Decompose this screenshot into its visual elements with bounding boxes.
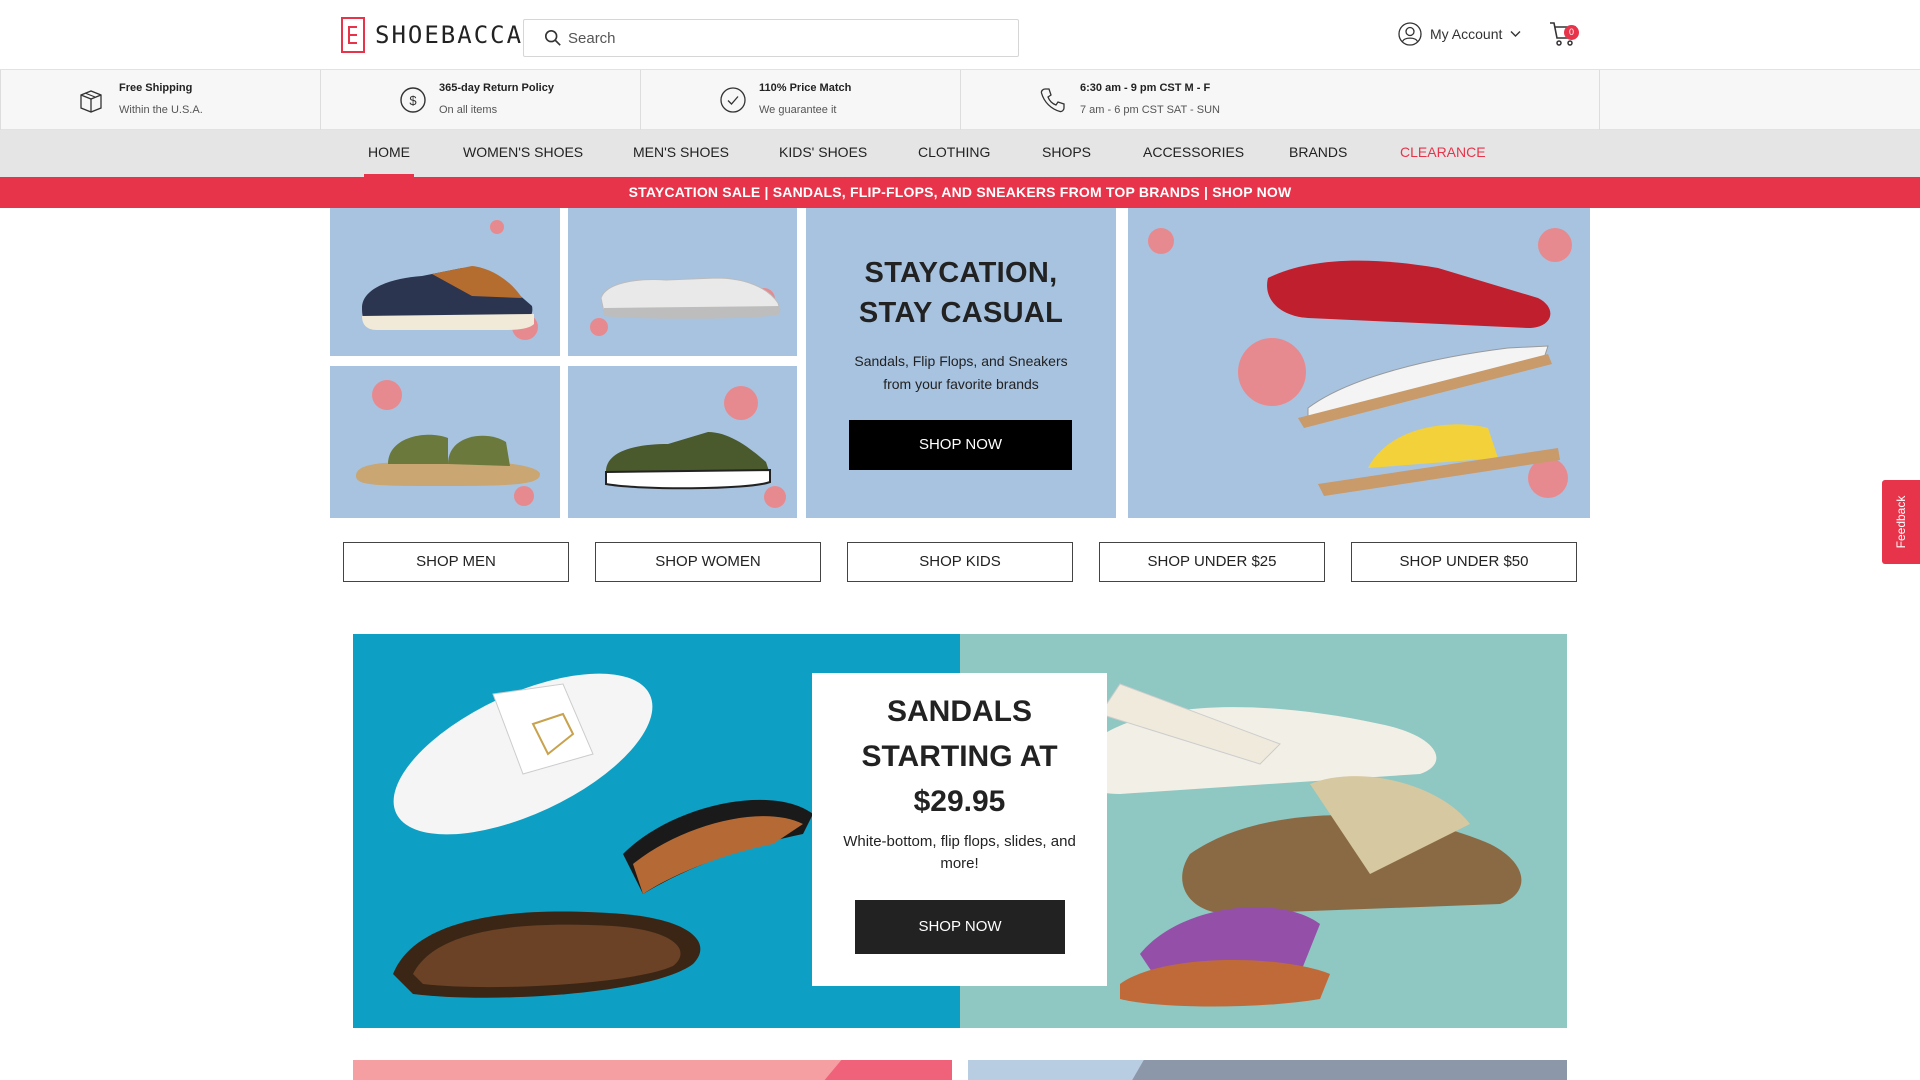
nav-item-brands[interactable]: BRANDS — [1289, 130, 1347, 177]
benefit-hours: 6:30 am - 9 pm CST M - F 7 am - 6 pm CST… — [960, 70, 1600, 130]
benefit-price-match: 110% Price Match We guarantee it — [640, 70, 960, 130]
sandals-left-image — [393, 673, 813, 998]
hero-tile-sandal[interactable] — [330, 366, 560, 518]
search-input[interactable] — [568, 29, 968, 47]
cart-count-badge: 0 — [1564, 25, 1579, 40]
benefit-free-shipping: Free Shipping Within the U.S.A. — [0, 70, 320, 130]
nav-item-kids-shoes[interactable]: KIDS' SHOES — [779, 130, 867, 177]
sandals-subtitle: White-bottom, flip flops, slides, and mo… — [843, 833, 1076, 872]
phone-icon — [1040, 88, 1065, 113]
feedback-label: Feedback — [1894, 495, 1908, 549]
search-icon[interactable] — [544, 29, 562, 47]
search-bar[interactable] — [523, 19, 1019, 57]
sandals-right-image — [1077, 683, 1522, 1007]
logo-text: SHOEBACCA — [375, 21, 524, 49]
sandals-title: SANDALS STARTING AT $29.95 — [812, 689, 1107, 824]
hero-subtitle-line: Sandals, Flip Flops, and Sneakers — [854, 353, 1068, 369]
benefit-subtitle: 7 am - 6 pm CST SAT - SUN — [1080, 104, 1220, 116]
hero-title: STAYCATION, STAY CASUAL — [806, 253, 1116, 333]
nav-item-clothing[interactable]: CLOTHING — [918, 130, 990, 177]
nav-item-clearance[interactable]: CLEARANCE — [1400, 130, 1486, 177]
check-circle-icon — [720, 87, 746, 113]
shop-women-button[interactable]: SHOP WOMEN — [595, 542, 821, 582]
shop-men-button[interactable]: SHOP MEN — [343, 542, 569, 582]
nav-item-accessories[interactable]: ACCESSORIES — [1143, 130, 1244, 177]
chevron-down-icon — [1510, 31, 1521, 37]
user-icon — [1398, 22, 1422, 46]
logo-mark-icon — [341, 17, 365, 53]
benefit-subtitle: On all items — [439, 104, 498, 116]
hero-title-line: STAYCATION, — [864, 257, 1058, 289]
hero-tile-camo-sneaker[interactable] — [568, 366, 797, 518]
feedback-tab[interactable]: Feedback — [1882, 480, 1920, 564]
sandal-image — [356, 434, 540, 486]
site-header: SHOEBACCA My Account 0 — [0, 0, 1920, 70]
benefit-title: 365-day Return Policy — [439, 82, 554, 94]
benefit-title: 6:30 am - 9 pm CST M - F — [1080, 82, 1211, 94]
my-account-label: My Account — [1430, 26, 1503, 42]
benefit-subtitle: We guarantee it — [759, 104, 837, 116]
sandals-shop-now-button[interactable]: SHOP NOW — [855, 900, 1065, 954]
nav-item-shops[interactable]: SHOPS — [1042, 130, 1091, 177]
main-nav: HOME WOMEN'S SHOES MEN'S SHOES KIDS' SHO… — [0, 130, 1920, 177]
hero-tile-mens-sneaker[interactable] — [330, 208, 560, 356]
sandals-title-line: SANDALS — [886, 695, 1032, 728]
benefits-bar: Free Shipping Within the U.S.A. $ 365-da… — [0, 70, 1920, 130]
hero-subtitle-line: from your favorite brands — [883, 376, 1039, 392]
sandals-title-line: STARTING AT — [861, 740, 1058, 773]
nav-item-womens-shoes[interactable]: WOMEN'S SHOES — [463, 130, 583, 177]
sandals-promo-box: SANDALS STARTING AT $29.95 White-bottom,… — [812, 673, 1107, 986]
hero-title-line: STAY CASUAL — [858, 297, 1064, 329]
womens-slipon-image — [600, 277, 781, 319]
benefit-returns: $ 365-day Return Policy On all items — [320, 70, 640, 130]
benefit-title: 110% Price Match — [759, 82, 852, 94]
shop-kids-button[interactable]: SHOP KIDS — [847, 542, 1073, 582]
promo-strip-link[interactable]: STAYCATION SALE | SANDALS, FLIP-FLOPS, A… — [0, 177, 1920, 208]
camo-sneaker-image — [605, 432, 771, 490]
hero-promo-panel: STAYCATION, STAY CASUAL Sandals, Flip Fl… — [806, 208, 1116, 518]
hero-tile-womens-slipon[interactable] — [568, 208, 797, 356]
promo-teaser-right[interactable] — [968, 1060, 1567, 1080]
shop-under-50-button[interactable]: SHOP UNDER $50 — [1351, 542, 1577, 582]
hero-shop-now-button[interactable]: SHOP NOW — [849, 420, 1072, 470]
hero-subtitle: Sandals, Flip Flops, and Sneakers from y… — [826, 350, 1096, 396]
hero-tile-womens-sandals[interactable] — [1128, 208, 1590, 518]
mens-sneaker-image — [362, 266, 534, 330]
shop-under-25-button[interactable]: SHOP UNDER $25 — [1099, 542, 1325, 582]
benefit-title: Free Shipping — [119, 82, 193, 94]
benefit-subtitle: Within the U.S.A. — [119, 104, 203, 116]
nav-item-home[interactable]: HOME — [364, 130, 414, 177]
dollar-icon: $ — [400, 87, 426, 113]
promo-teaser-left[interactable] — [353, 1060, 952, 1080]
my-account-menu[interactable]: My Account — [1398, 22, 1521, 46]
svg-text:$: $ — [409, 93, 417, 108]
sandals-title-line: $29.95 — [913, 785, 1006, 818]
nav-item-mens-shoes[interactable]: MEN'S SHOES — [633, 130, 729, 177]
shoebacca-logo[interactable]: SHOEBACCA — [341, 17, 523, 53]
box-icon — [80, 90, 102, 113]
womens-sandals-image — [1267, 260, 1560, 496]
